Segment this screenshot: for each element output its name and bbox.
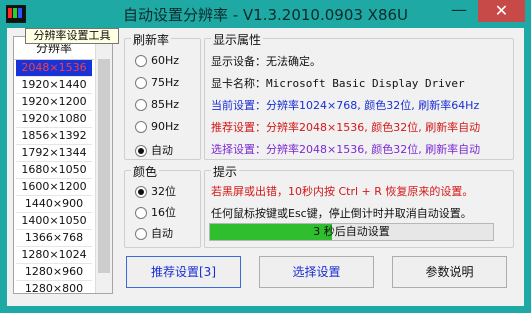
radio-circle-icon bbox=[135, 228, 147, 240]
list-item[interactable]: 1280×1024 bbox=[16, 247, 92, 264]
hint-line-2: 任何鼠标按键或Esc键，停止倒计时并取消自动设置。 bbox=[211, 207, 472, 220]
radio-label: 32位 bbox=[151, 185, 176, 198]
radio-auto-refresh[interactable]: 自动 bbox=[135, 142, 173, 158]
list-item[interactable]: 1440×900 bbox=[16, 196, 92, 213]
list-item[interactable]: 1920×1440 bbox=[16, 77, 92, 94]
hint-label: 提示 bbox=[211, 163, 240, 180]
device-value: 无法确定。 bbox=[266, 55, 321, 68]
radio-selected-icon bbox=[135, 186, 147, 198]
radio-label: 90Hz bbox=[151, 120, 180, 133]
radio-85hz[interactable]: 85Hz bbox=[135, 98, 179, 111]
refresh-group: 刷新率 60Hz 75Hz 85Hz 90Hz 自动 bbox=[124, 31, 201, 160]
card-value: Microsoft Basic Display Driver bbox=[266, 77, 465, 90]
close-button[interactable]: ✕ bbox=[478, 0, 525, 22]
minimize-button[interactable]: — bbox=[445, 0, 473, 22]
radio-75hz[interactable]: 75Hz bbox=[135, 76, 179, 89]
resolution-list[interactable]: 分辨率 2048×1536 1920×1440 1920×1200 1920×1… bbox=[13, 36, 113, 294]
title-bar[interactable]: 自动设置分辨率 - V1.3.2010.0903 X86U — ✕ bbox=[0, 0, 531, 28]
current-setting: 当前设置：分辨率1024×768, 颜色32位, 刷新率64Hz bbox=[211, 99, 480, 112]
countdown-progress: 3 秒后自动设置 bbox=[209, 223, 494, 241]
list-item[interactable]: 1680×1050 bbox=[16, 162, 92, 179]
list-item[interactable]: 1280×960 bbox=[16, 264, 92, 281]
refresh-label: 刷新率 bbox=[131, 31, 172, 48]
list-scrollbar[interactable] bbox=[95, 37, 112, 293]
hint-line-1: 若黑屏或出错，10秒内按 Ctrl + R 恢复原来的设置。 bbox=[211, 185, 474, 198]
radio-90hz[interactable]: 90Hz bbox=[135, 120, 179, 133]
device-label: 显示设备： bbox=[211, 55, 266, 68]
list-item[interactable]: 1366×768 bbox=[16, 230, 92, 247]
radio-circle-icon bbox=[135, 207, 147, 219]
client-area: 分辨率 2048×1536 1920×1440 1920×1200 1920×1… bbox=[7, 28, 524, 306]
radio-selected-icon bbox=[135, 145, 147, 157]
radio-label: 75Hz bbox=[151, 76, 180, 89]
app-window: 自动设置分辨率 - V1.3.2010.0903 X86U — ✕ 分辨率 20… bbox=[0, 0, 531, 313]
tooltip: 分辨率设置工具 bbox=[25, 28, 119, 44]
radio-circle-icon bbox=[135, 55, 147, 67]
list-item-selected[interactable]: 2048×1536 bbox=[16, 60, 92, 77]
list-item[interactable]: 1280×800 bbox=[16, 281, 92, 293]
radio-auto-color[interactable]: 自动 bbox=[135, 225, 173, 241]
radio-60hz[interactable]: 60Hz bbox=[135, 54, 179, 67]
help-button[interactable]: 参数说明 bbox=[392, 256, 507, 288]
radio-circle-icon bbox=[135, 99, 147, 111]
scroll-thumb[interactable] bbox=[98, 59, 110, 273]
card-label: 显卡名称： bbox=[211, 77, 266, 90]
device-line: 显示设备：无法确定。 bbox=[211, 54, 321, 69]
display-group: 显示属性 显示设备：无法确定。 显卡名称：Microsoft Basic Dis… bbox=[204, 31, 514, 160]
radio-label: 自动 bbox=[151, 144, 173, 157]
card-line: 显卡名称：Microsoft Basic Display Driver bbox=[211, 76, 465, 91]
radio-32bit[interactable]: 32位 bbox=[135, 183, 176, 199]
list-item[interactable]: 1600×1200 bbox=[16, 179, 92, 196]
select-button[interactable]: 选择设置 bbox=[259, 256, 374, 288]
radio-label: 85Hz bbox=[151, 98, 180, 111]
recommend-button[interactable]: 推荐设置[3] bbox=[126, 256, 241, 288]
radio-16bit[interactable]: 16位 bbox=[135, 204, 176, 220]
color-group: 颜色 32位 16位 自动 bbox=[124, 163, 201, 248]
display-label: 显示属性 bbox=[211, 31, 264, 48]
list-item[interactable]: 1920×1080 bbox=[16, 111, 92, 128]
chosen-setting: 选择设置：分辨率2048×1536, 颜色32位, 刷新率自动 bbox=[211, 143, 481, 156]
list-item[interactable]: 1920×1200 bbox=[16, 94, 92, 111]
progress-text: 3 秒后自动设置 bbox=[313, 225, 390, 238]
list-item[interactable]: 1400×1050 bbox=[16, 213, 92, 230]
radio-circle-icon bbox=[135, 77, 147, 89]
radio-label: 16位 bbox=[151, 206, 176, 219]
list-item[interactable]: 1792×1344 bbox=[16, 145, 92, 162]
list-item[interactable]: 1856×1392 bbox=[16, 128, 92, 145]
radio-label: 60Hz bbox=[151, 54, 180, 67]
radio-label: 自动 bbox=[151, 227, 173, 240]
color-label: 颜色 bbox=[131, 163, 160, 180]
recommended-setting: 推荐设置：分辨率2048×1536, 颜色32位, 刷新率自动 bbox=[211, 121, 481, 134]
radio-circle-icon bbox=[135, 121, 147, 133]
